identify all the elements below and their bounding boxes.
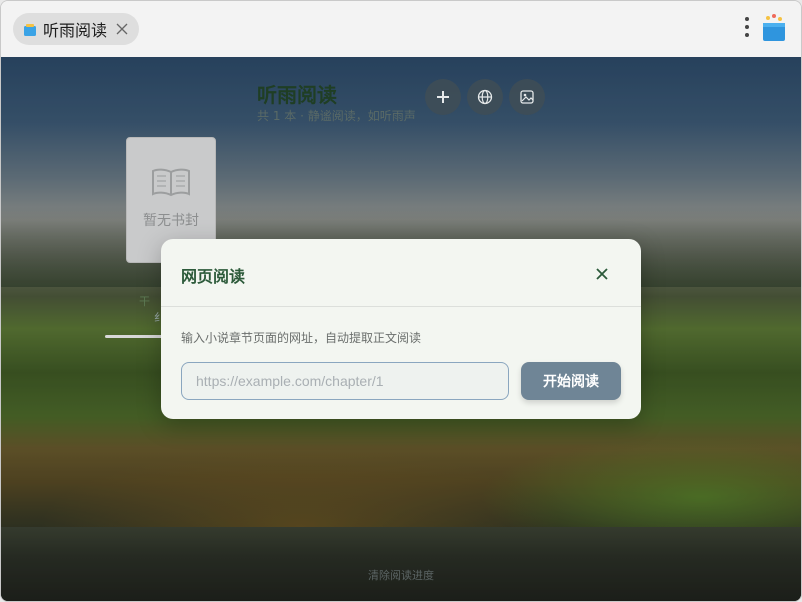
book-progress-bar: [105, 335, 165, 338]
open-book-icon: [152, 168, 190, 197]
library-page: 听雨阅读 共 1 本 · 静谧阅读，如听雨声 暂无书封 干 纟 清除阅读进度 网…: [1, 57, 801, 601]
book-title: 干: [139, 295, 150, 308]
dialog-divider: [161, 306, 641, 307]
close-dialog-button[interactable]: [589, 261, 615, 287]
image-icon: [520, 90, 534, 104]
dialog-title: 网页阅读: [181, 267, 246, 286]
book-icon: [23, 22, 37, 36]
more-menu-icon[interactable]: [743, 17, 751, 41]
background-image-button[interactable]: [509, 79, 545, 115]
dialog-description: 输入小说章节页面的网址，自动提取正文阅读: [181, 331, 422, 345]
web-read-button[interactable]: [467, 79, 503, 115]
start-reading-button[interactable]: 开始阅读: [521, 362, 621, 400]
close-tab-icon[interactable]: [113, 20, 131, 38]
library-title: 听雨阅读: [257, 83, 337, 107]
cover-placeholder-text: 暂无书封: [143, 213, 199, 229]
globe-icon: [477, 89, 493, 105]
plus-icon: [437, 91, 449, 103]
url-input[interactable]: [181, 362, 509, 400]
clear-progress-link[interactable]: 清除阅读进度: [1, 567, 801, 583]
web-read-dialog: 网页阅读 输入小说章节页面的网址，自动提取正文阅读 开始阅读: [161, 239, 641, 419]
close-icon: [596, 268, 608, 280]
add-book-button[interactable]: [425, 79, 461, 115]
app-logo-icon: [759, 13, 789, 45]
tab-title: 听雨阅读: [43, 21, 108, 40]
browser-window: 听雨阅读 听雨阅读 共 1 本 · 静谧阅读，如听雨声 暂无书封 干 纟 清除阅…: [0, 0, 802, 602]
browser-tab[interactable]: 听雨阅读: [13, 13, 139, 45]
library-subtitle: 共 1 本 · 静谧阅读，如听雨声: [257, 109, 416, 123]
title-bar: 听雨阅读: [1, 1, 801, 58]
